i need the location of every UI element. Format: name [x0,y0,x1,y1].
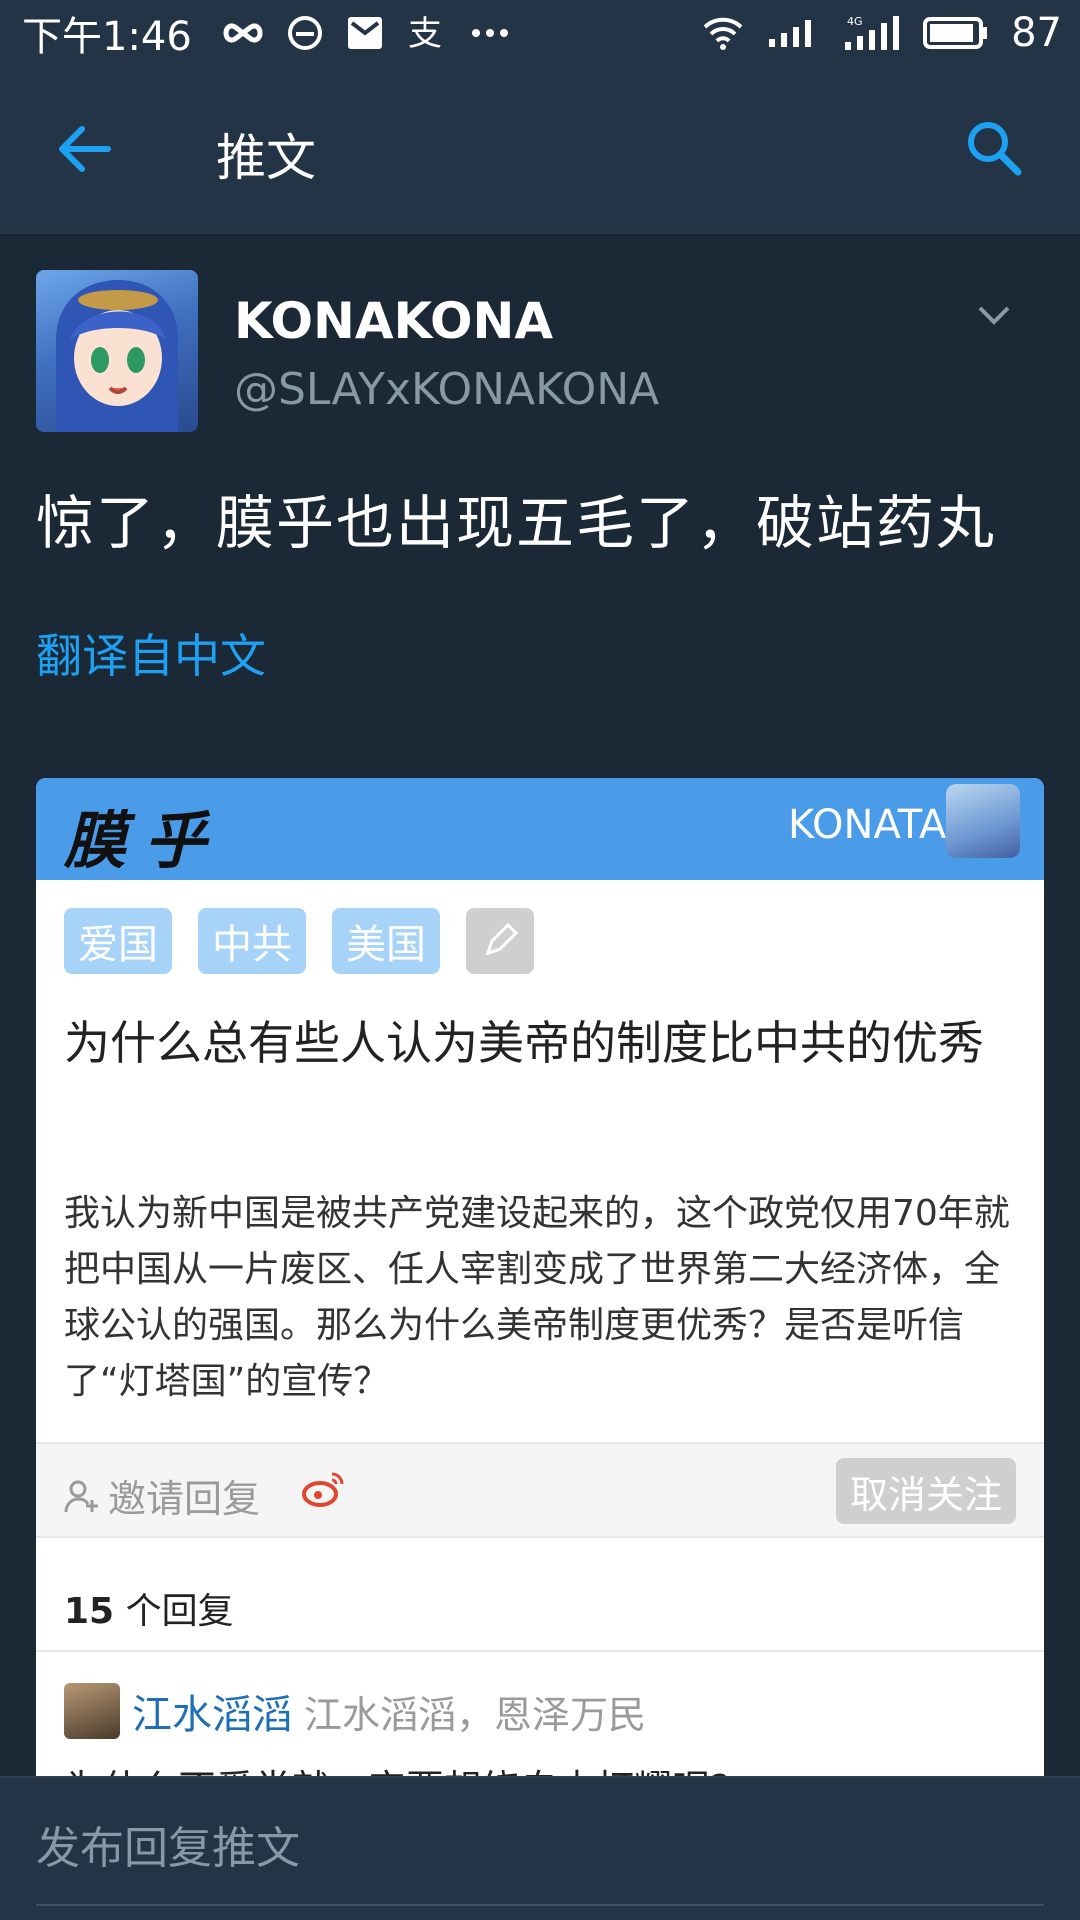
status-bar: 下午1:46 支 4G 87 [0,0,1080,66]
status-bar-right: 4G 87 [701,10,1062,56]
search-icon [968,122,1022,176]
reply-input[interactable] [36,1816,1044,1880]
reply-count-label: 个回复 [125,1591,234,1632]
site-username: KONATA [788,802,947,848]
site-logo: 膜乎 [64,804,225,877]
author-name[interactable]: KONAKONA [234,292,553,350]
reply-avatar [64,1683,120,1739]
pencil-icon [485,923,518,956]
site-header: 膜乎 KONATA [36,778,1044,880]
add-user-icon [64,1480,98,1512]
tweet-image[interactable]: 膜乎 KONATA 爱国 中共 美国 为什么总有些人认为美帝的制度比中共的优秀 … [36,778,1044,1778]
wifi-icon [701,15,745,51]
status-bar-left: 下午1:46 支 [22,4,510,62]
divider [36,1650,1044,1652]
weibo-icon [302,1468,346,1512]
chevron-down-icon [978,306,1010,325]
reply-bar [0,1776,1080,1920]
tweet-options-button[interactable] [974,300,1014,330]
battery-level: 87 [1011,10,1062,56]
author-avatar[interactable] [36,270,198,432]
page-title: 推文 [216,129,316,187]
back-arrow-icon [59,126,111,172]
first-reply: 江水滔滔 江水滔滔，恩泽万民 [64,1682,646,1740]
mail-icon [346,15,384,51]
reply-input-underline [36,1904,1044,1906]
site-user-avatar [946,784,1020,858]
status-time: 下午1:46 [22,14,192,60]
anime-avatar-image [56,280,178,432]
invite-reply: 邀请回复 [64,1468,260,1523]
reply-text: 为什么不爱党就一定要想绕自由打耀呢? [64,1758,730,1778]
app-bar-divider [0,234,1080,236]
reply-count-number: 15 [64,1591,115,1632]
tag: 中共 [198,908,306,974]
face-icon [286,14,324,52]
network-label: 4G [847,15,863,28]
battery-icon [923,16,989,50]
unfollow-button: 取消关注 [836,1458,1016,1524]
question-tags: 爱国 中共 美国 [64,908,534,974]
question-body: 我认为新中国是被共产党建设起来的，这个政党仅用70年就把中国从一片废区、任人宰割… [64,1193,1010,1402]
translate-link[interactable]: 翻译自中文 [36,620,266,686]
svg-text:支: 支 [408,14,442,53]
more-dots-icon [470,27,510,39]
author-handle[interactable]: @SLAYxKONAKONA [234,364,659,415]
search-button[interactable] [964,118,1024,178]
reply-count: 15 个回复 [64,1582,234,1634]
tag: 美国 [332,908,440,974]
question-actions: 邀请回复 取消关注 [36,1442,1044,1538]
edit-tags-button [466,908,534,974]
back-button[interactable] [52,121,116,177]
question-title: 为什么总有些人认为美帝的制度比中共的优秀 [64,1016,984,1070]
app-bar: 推文 [0,66,1080,234]
signal-icon [767,17,821,49]
tweet-text: 惊了，膜乎也出现五毛了，破站药丸 [36,489,997,557]
reply-author-name: 江水滔滔 [132,1692,292,1738]
tag: 爱国 [64,908,172,974]
reply-author-bio: 江水滔滔，恩泽万民 [304,1692,647,1737]
alipay-icon: 支 [406,13,448,53]
infinity-icon [214,19,264,47]
signal-4g-icon: 4G [843,14,901,52]
invite-reply-label: 邀请回复 [108,1477,261,1521]
